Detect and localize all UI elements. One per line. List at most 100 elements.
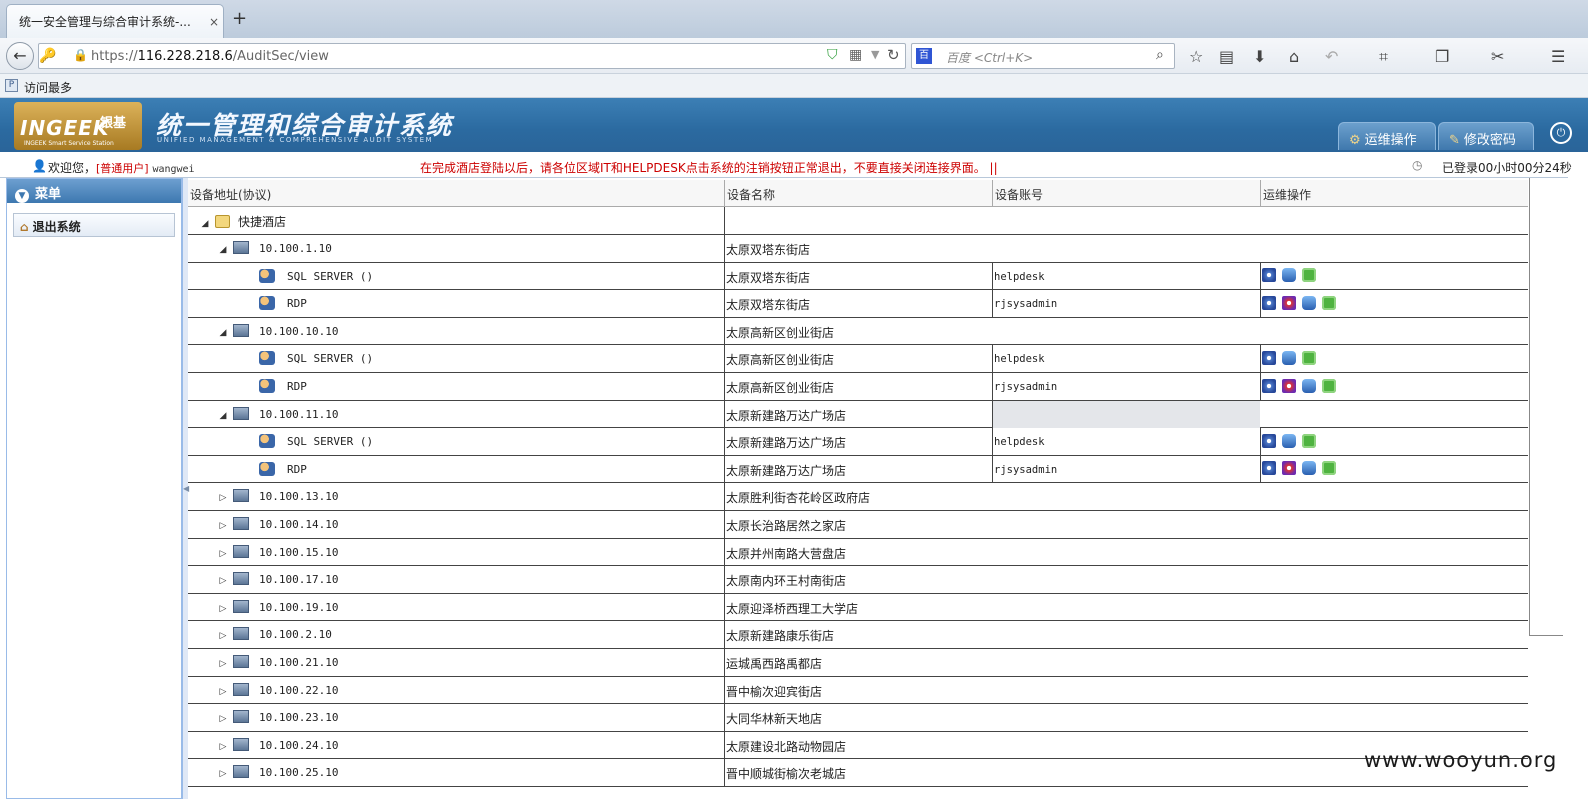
db-icon[interactable] (1282, 350, 1296, 365)
expand-triangle-icon[interactable]: ▷ (217, 521, 229, 531)
expand-triangle-icon[interactable]: ▷ (217, 659, 229, 669)
plugin-icon[interactable] (1302, 268, 1316, 283)
vertical-scrollbar[interactable] (1529, 178, 1563, 636)
col-header-name[interactable]: 设备名称 (724, 180, 992, 207)
star-icon[interactable]: ☆ (1189, 47, 1203, 66)
col-header-account[interactable]: 设备账号 (992, 180, 1260, 207)
crop-icon[interactable]: ⌗ (1379, 47, 1388, 67)
protocol-row[interactable]: RDP 太原双塔东街店 rjsysadmin (188, 290, 1528, 318)
device-row[interactable]: ▷ 10.100.25.10 晋中顺城街榆次老城店 (188, 759, 1528, 787)
ops-cell (1260, 373, 1528, 400)
protocol-row[interactable]: SQL SERVER () 太原高新区创业街店 helpdesk (188, 345, 1528, 373)
connect-icon[interactable] (1262, 378, 1276, 393)
search-box[interactable]: 百 百度 <Ctrl+K> ⌕ (911, 43, 1175, 69)
device-row[interactable]: ▷ 10.100.22.10 晋中榆次迎宾街店 (188, 676, 1528, 705)
plugin-icon[interactable] (1302, 350, 1316, 365)
account-icon (259, 434, 275, 449)
col-header-ops[interactable]: 运维操作 (1260, 180, 1528, 207)
device-row[interactable]: ◢ 10.100.11.10 太原新建路万达广场店 (188, 400, 1528, 429)
rdp-icon[interactable] (1282, 461, 1296, 476)
rdp-icon[interactable] (1282, 295, 1296, 310)
expand-triangle-icon[interactable]: ▷ (217, 604, 229, 614)
plugin-icon[interactable] (1322, 378, 1336, 393)
plugin-icon[interactable] (1322, 295, 1336, 310)
tree-root-row[interactable]: ◢ 快捷酒店 (188, 207, 1528, 235)
device-row[interactable]: ▷ 10.100.21.10 运城禹西路禹都店 (188, 649, 1528, 677)
chevron-down-icon[interactable]: ▼ (871, 48, 879, 61)
plugin-icon[interactable] (1322, 461, 1336, 476)
download-icon[interactable]: ⬇ (1253, 47, 1266, 66)
reading-list-icon[interactable]: ▤ (1219, 47, 1234, 66)
expand-triangle-icon[interactable]: ▷ (217, 687, 229, 697)
device-row[interactable]: ◢ 10.100.1.10 太原双塔东街店 (188, 235, 1528, 263)
protocol-row[interactable]: SQL SERVER () 太原双塔东街店 helpdesk (188, 262, 1528, 291)
reload-icon[interactable]: ↻ (887, 46, 900, 64)
plugin-icon[interactable] (1302, 433, 1316, 448)
expand-triangle-icon[interactable]: ▷ (217, 493, 229, 503)
bookmark-most-visited[interactable]: 访问最多 (24, 79, 72, 96)
expand-triangle-icon[interactable]: ▷ (217, 769, 229, 779)
home-icon[interactable]: ⌂ (1289, 47, 1299, 66)
protocol-row[interactable]: SQL SERVER () 太原新建路万达广场店 helpdesk (188, 428, 1528, 456)
window-icon[interactable]: ❐ (1435, 47, 1449, 66)
collapse-triangle-icon[interactable]: ◢ (199, 219, 211, 229)
tab-close-icon[interactable]: × (209, 15, 219, 29)
back-button[interactable]: ← (6, 42, 34, 70)
collapse-icon[interactable]: ▼ (15, 189, 29, 203)
login-duration: 已登录00小时00分24秒 (1442, 161, 1572, 175)
col-header-address[interactable]: 设备地址(协议) (188, 180, 724, 207)
db-icon[interactable] (1302, 461, 1316, 476)
addon-icon[interactable]: ✂ (1491, 47, 1504, 66)
ops-nav-button[interactable]: ⚙ 运维操作 (1338, 122, 1436, 150)
device-row[interactable]: ▷ 10.100.13.10 太原胜利街杏花岭区政府店 (188, 483, 1528, 511)
rdp-icon[interactable] (1282, 378, 1296, 393)
device-row[interactable]: ▷ 10.100.14.10 太原长治路居然之家店 (188, 511, 1528, 539)
protocol-row[interactable]: RDP 太原新建路万达广场店 rjsysadmin (188, 455, 1528, 484)
db-icon[interactable] (1282, 433, 1296, 448)
new-tab-button[interactable]: + (232, 8, 247, 29)
side-menu: ▼ 菜单 ⌂ 退出系统 (6, 178, 182, 799)
menu-icon[interactable]: ☰ (1551, 47, 1565, 66)
expand-triangle-icon[interactable]: ▷ (217, 742, 229, 752)
collapse-triangle-icon[interactable]: ◢ (217, 328, 229, 338)
device-row[interactable]: ▷ 10.100.19.10 太原迎泽桥西理工大学店 (188, 593, 1528, 622)
device-row[interactable]: ▷ 10.100.17.10 太原南内环王村南街店 (188, 566, 1528, 594)
collapse-triangle-icon[interactable]: ◢ (217, 411, 229, 421)
connect-icon[interactable] (1262, 295, 1276, 310)
device-row[interactable]: ▷ 10.100.2.10 太原新建路康乐街店 (188, 621, 1528, 649)
connect-icon[interactable] (1262, 461, 1276, 476)
change-password-button[interactable]: ✎ 修改密码 (1438, 122, 1534, 150)
expand-triangle-icon[interactable]: ▷ (217, 549, 229, 559)
magnifier-icon[interactable]: ⌕ (1156, 47, 1164, 63)
db-icon[interactable] (1282, 268, 1296, 283)
qr-code-icon[interactable]: ▦ (849, 47, 862, 63)
baidu-paw-icon[interactable]: 百 (916, 48, 932, 64)
protocol-label: SQL SERVER () (287, 269, 374, 283)
host-icon (233, 737, 249, 751)
protocol-row[interactable]: RDP 太原高新区创业街店 rjsysadmin (188, 373, 1528, 401)
device-account: rjsysadmin (992, 290, 1260, 318)
device-row[interactable]: ▷ 10.100.15.10 太原并州南路大营盘店 (188, 538, 1528, 567)
power-icon[interactable]: ⏻ (1550, 122, 1572, 144)
host-icon (233, 544, 249, 558)
menu-item-logout[interactable]: ⌂ 退出系统 (13, 213, 175, 237)
connect-icon[interactable] (1262, 268, 1276, 283)
expand-triangle-icon[interactable]: ▷ (217, 576, 229, 586)
collapse-triangle-icon[interactable]: ◢ (217, 245, 229, 255)
device-name: 太原迎泽桥西理工大学店 (724, 593, 992, 621)
db-icon[interactable] (1302, 378, 1316, 393)
device-row[interactable]: ▷ 10.100.23.10 大同华林新天地店 (188, 704, 1528, 732)
connect-icon[interactable] (1262, 350, 1276, 365)
shield-icon[interactable]: ⛉ (827, 47, 838, 63)
expand-triangle-icon[interactable]: ▷ (217, 714, 229, 724)
browser-tab-active[interactable]: 统一安全管理与综合审计系统-... × (6, 4, 224, 38)
device-row[interactable]: ◢ 10.100.10.10 太原高新区创业街店 (188, 317, 1528, 346)
address-bar[interactable]: 🔑 🔒 https://116.228.218.6/AuditSec/view … (38, 43, 906, 69)
db-icon[interactable] (1302, 295, 1316, 310)
undo-icon[interactable]: ↶ (1325, 47, 1338, 66)
device-account: rjsysadmin (992, 455, 1260, 483)
expand-triangle-icon[interactable]: ▷ (217, 631, 229, 641)
connect-icon[interactable] (1262, 433, 1276, 448)
device-row[interactable]: ▷ 10.100.24.10 太原建设北路动物园店 (188, 731, 1528, 760)
menu-header[interactable]: ▼ 菜单 (7, 179, 181, 203)
